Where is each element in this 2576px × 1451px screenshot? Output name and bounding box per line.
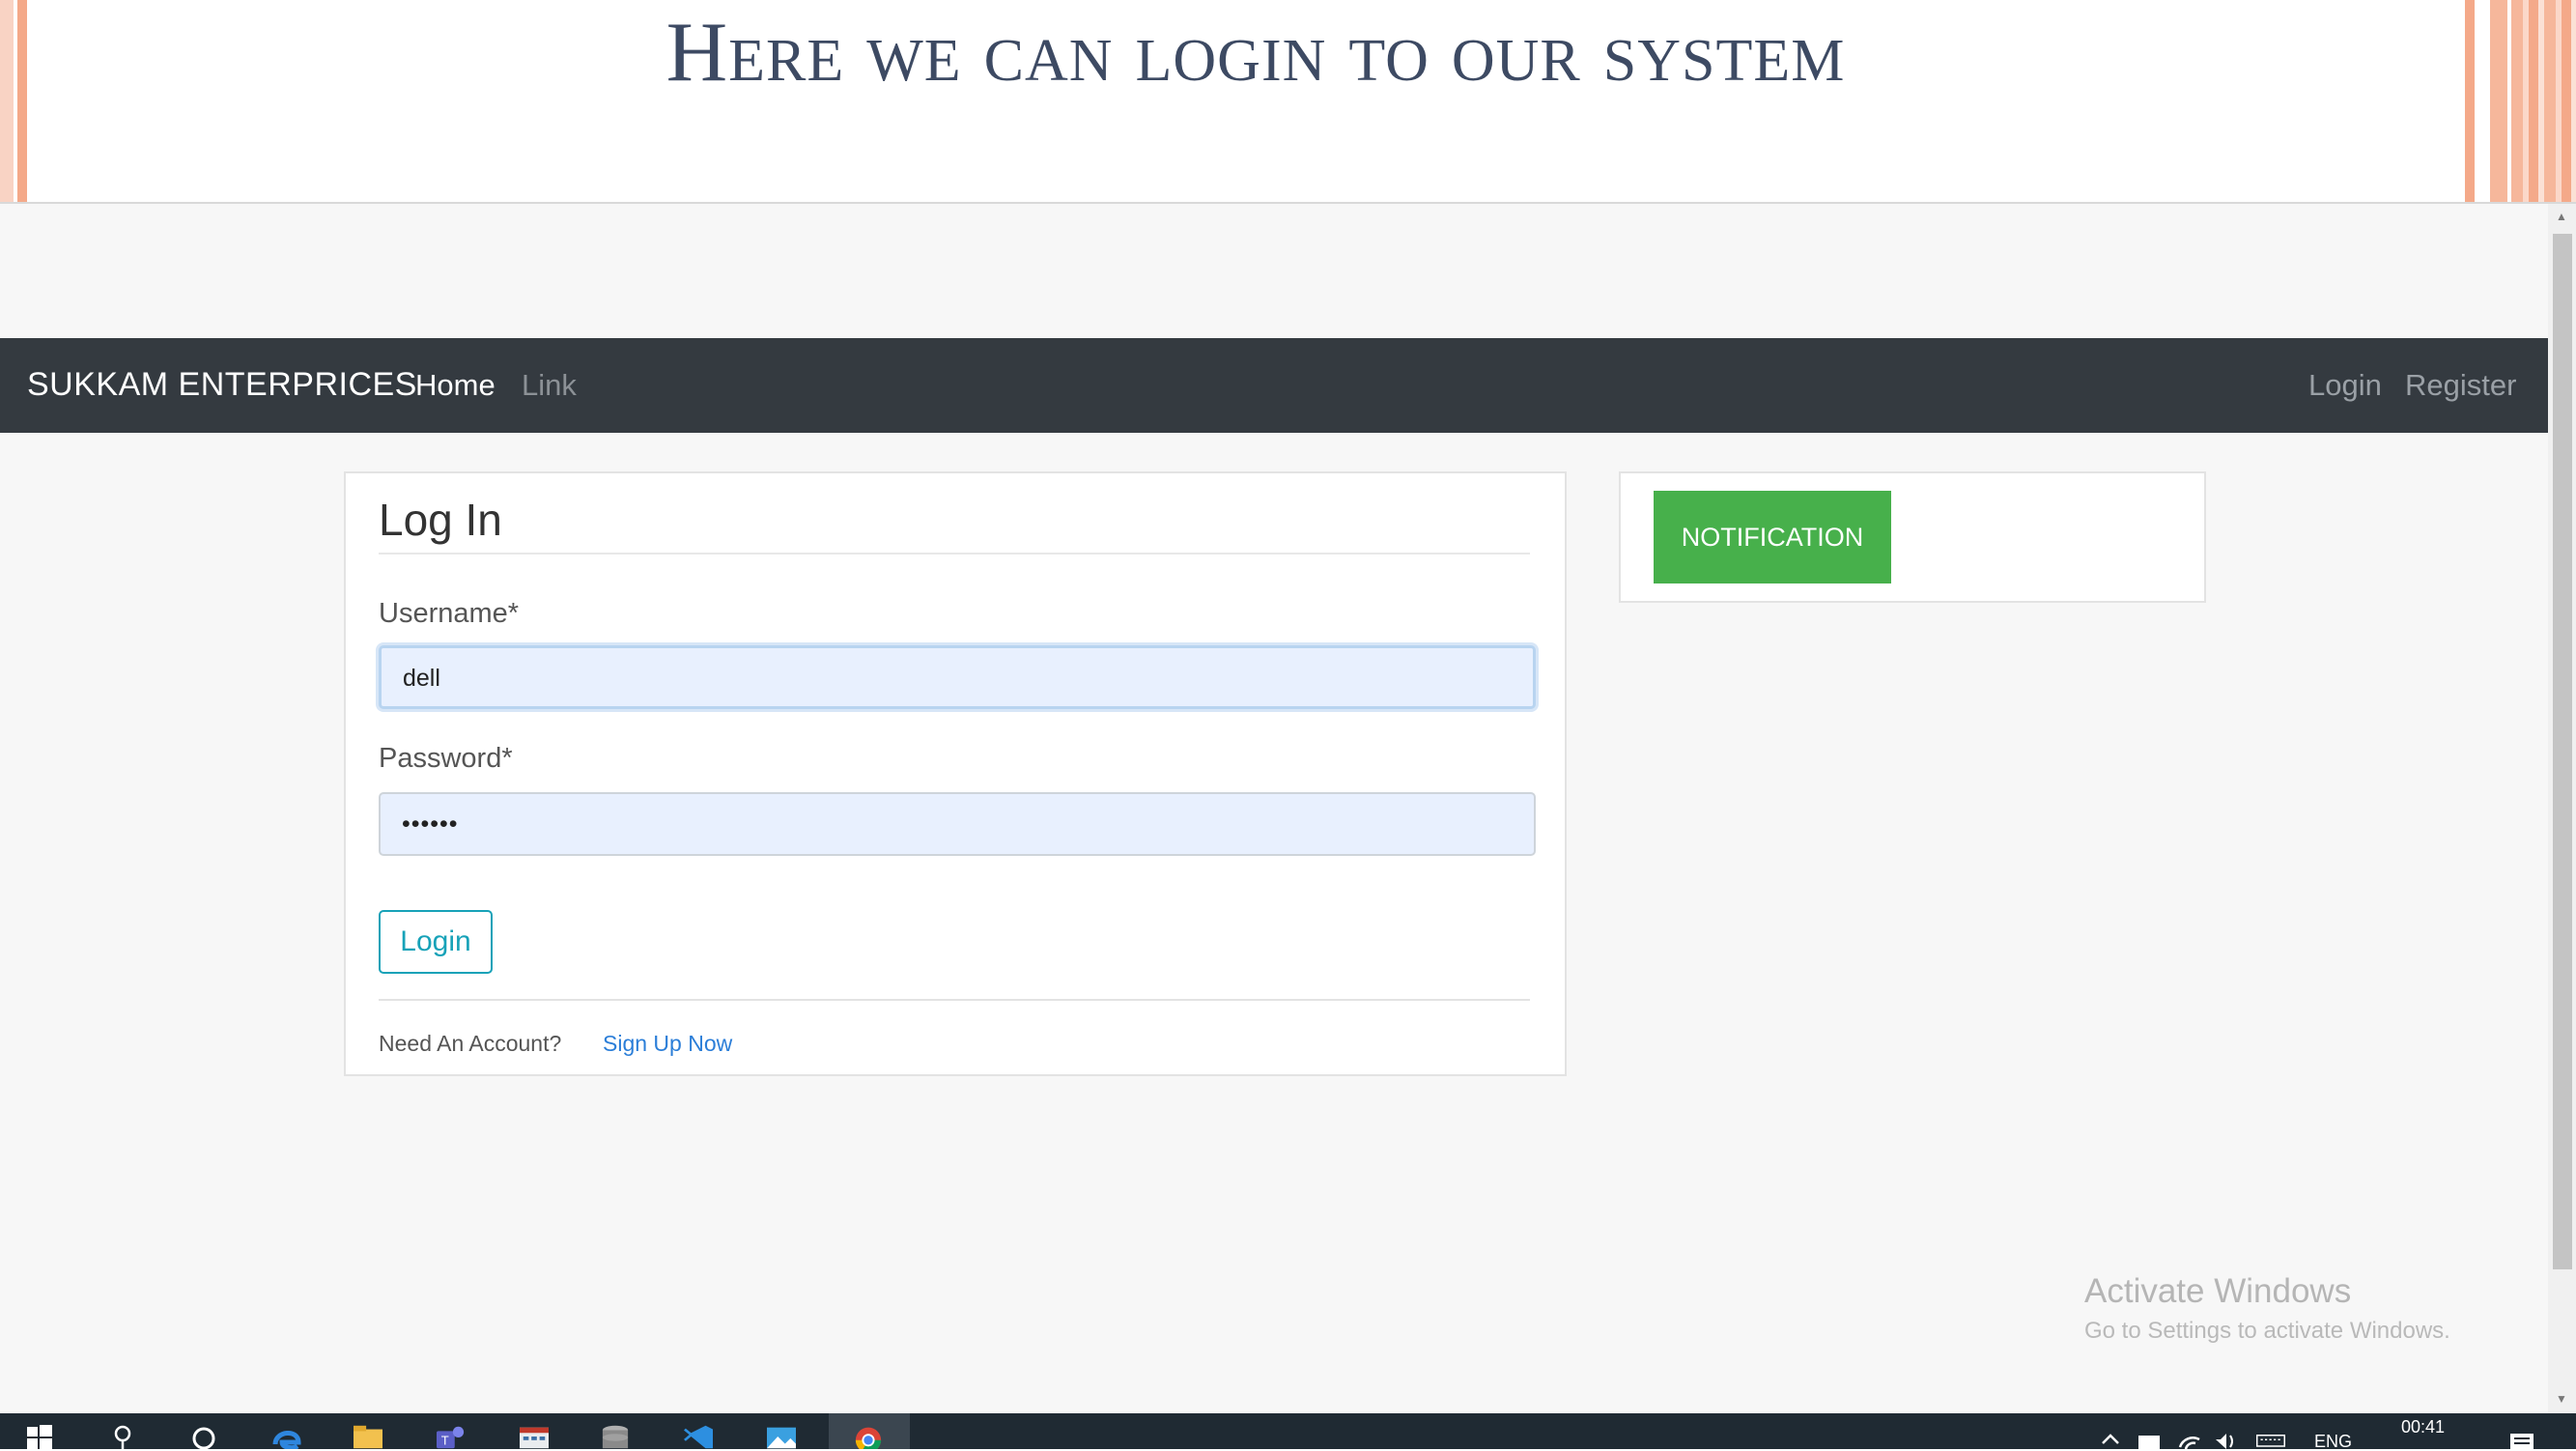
slide-right-stripe-band [2511, 0, 2576, 203]
navbar: SUKKAM ENTERPRICES Home Link Login Regis… [0, 338, 2548, 433]
sign-up-link[interactable]: Sign Up Now [603, 1030, 732, 1057]
scroll-up-arrow-icon[interactable]: ▲ [2554, 209, 2569, 224]
username-label: Username* [379, 598, 520, 629]
scroll-down-arrow-icon[interactable]: ▼ [2554, 1391, 2569, 1407]
edge-icon[interactable] [272, 1425, 301, 1449]
volume-icon[interactable] [2212, 1426, 2241, 1450]
activate-windows-title: Activate Windows [2084, 1272, 2352, 1310]
password-input[interactable]: •••••• [379, 792, 1536, 856]
vscode-icon[interactable] [684, 1425, 713, 1449]
teams-icon[interactable]: T [437, 1425, 466, 1449]
scrollbar-thumb[interactable] [2553, 234, 2572, 1269]
login-button[interactable]: Login [379, 910, 493, 974]
database-icon[interactable] [601, 1425, 630, 1449]
nav-register-link[interactable]: Register [2405, 367, 2516, 404]
notification-card: NOTIFICATION [1619, 471, 2206, 603]
slide-title: Here we can login to our system [665, 6, 1846, 100]
login-card: Log In Username* dell Password* •••••• L… [344, 471, 1567, 1076]
language-indicator[interactable]: ENG [2314, 1433, 2352, 1450]
photos-icon[interactable] [767, 1425, 796, 1449]
file-explorer-icon[interactable] [354, 1425, 382, 1449]
action-center-notification-icon[interactable] [2507, 1426, 2536, 1450]
card-footer-divider [379, 999, 1530, 1001]
login-card-title: Log In [379, 495, 502, 545]
username-input[interactable]: dell [379, 645, 1536, 709]
navbar-brand[interactable]: SUKKAM ENTERPRICES [27, 365, 417, 404]
show-hidden-icons-chevron-icon[interactable] [2096, 1426, 2125, 1450]
battery-icon[interactable] [2135, 1426, 2164, 1450]
taskbar-clock[interactable]: 00:41 [2401, 1417, 2445, 1437]
nav-login-link[interactable]: Login [2308, 367, 2382, 404]
svg-text:T: T [441, 1433, 449, 1447]
chrome-icon[interactable] [854, 1425, 883, 1449]
card-title-divider [379, 553, 1530, 555]
nav-home-link[interactable]: Home [415, 367, 495, 404]
need-account-text: Need An Account? [379, 1031, 562, 1056]
slide-header: Here we can login to our system [0, 0, 2576, 203]
nav-link-link[interactable]: Link [522, 367, 577, 404]
password-label: Password* [379, 743, 513, 774]
wifi-icon[interactable] [2175, 1426, 2204, 1450]
calendar-app-icon[interactable] [520, 1425, 549, 1449]
activate-windows-subtitle: Go to Settings to activate Windows. [2084, 1318, 2450, 1344]
keyboard-icon[interactable] [2256, 1426, 2285, 1450]
cortana-icon[interactable] [189, 1425, 218, 1449]
notification-button[interactable]: NOTIFICATION [1654, 491, 1891, 583]
windows-start-icon[interactable] [25, 1425, 54, 1449]
search-icon[interactable] [108, 1425, 137, 1449]
